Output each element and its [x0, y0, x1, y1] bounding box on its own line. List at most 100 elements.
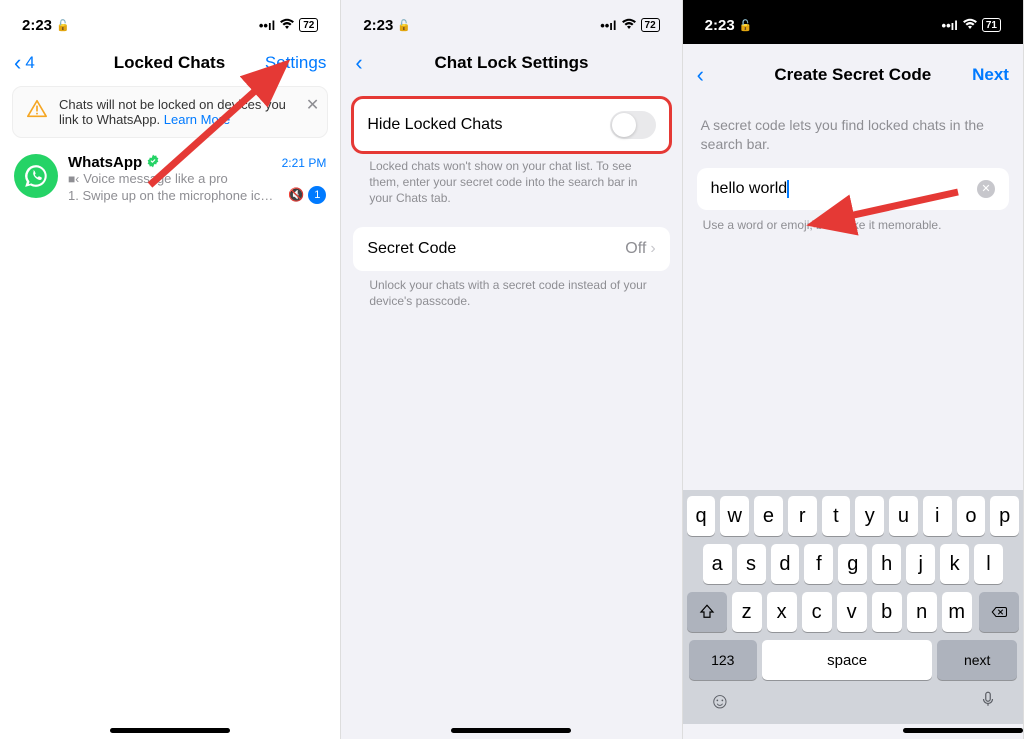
notice-banner: Chats will not be locked on devices you … — [12, 86, 328, 138]
key-q[interactable]: q — [687, 496, 716, 536]
signal-icon: ••ıl — [942, 18, 958, 33]
key-v[interactable]: v — [837, 592, 867, 632]
signal-icon: ••ıl — [600, 18, 616, 33]
key-j[interactable]: j — [906, 544, 935, 584]
secret-value: Off — [625, 240, 646, 258]
screen-locked-chats: 2:23 🔓 ••ıl 72 ‹ 4 Locked Chats Settings… — [0, 0, 341, 739]
field-note: Use a word or emoji, but make it memorab… — [683, 210, 1023, 240]
settings-button[interactable]: Settings — [265, 53, 326, 73]
lock-icon: 🔓 — [56, 19, 70, 32]
key-y[interactable]: y — [855, 496, 884, 536]
chevron-left-icon: ‹ — [355, 50, 362, 76]
key-r[interactable]: r — [788, 496, 817, 536]
status-bar: 2:23 🔓 ••ıl 72 — [0, 0, 340, 44]
battery-icon: 72 — [299, 18, 318, 32]
warning-icon — [25, 97, 49, 121]
key-d[interactable]: d — [771, 544, 800, 584]
key-n[interactable]: n — [907, 592, 937, 632]
learn-more-link[interactable]: Learn More — [164, 112, 230, 127]
chat-preview-line2: 1. Swipe up on the microphone ic… — [68, 188, 284, 203]
chat-time: 2:21 PM — [282, 156, 327, 170]
battery-icon: 72 — [641, 18, 660, 32]
key-e[interactable]: e — [754, 496, 783, 536]
lock-icon: 🔓 — [739, 19, 753, 32]
chat-preview-line1: Voice message like a pro — [83, 171, 228, 186]
keyboard: qwertyuiop asdfghjkl zxcvbnm 123 space n… — [683, 490, 1023, 724]
whatsapp-avatar — [14, 154, 58, 198]
key-k[interactable]: k — [940, 544, 969, 584]
page-title: Create Secret Code — [757, 65, 949, 85]
dismiss-notice-button[interactable]: ✕ — [306, 95, 319, 115]
hide-note: Locked chats won't show on your chat lis… — [353, 152, 669, 207]
nav-bar: ‹ 4 Locked Chats Settings — [0, 44, 340, 86]
wifi-icon — [279, 17, 295, 34]
hide-label: Hide Locked Chats — [367, 116, 502, 134]
key-t[interactable]: t — [822, 496, 851, 536]
hide-toggle[interactable] — [610, 111, 656, 139]
next-button[interactable]: Next — [949, 65, 1009, 85]
signal-icon: ••ıl — [259, 18, 275, 33]
status-time: 2:23 — [22, 17, 52, 34]
key-w[interactable]: w — [720, 496, 749, 536]
home-indicator — [110, 728, 230, 733]
shift-key[interactable] — [687, 592, 727, 632]
secret-code-input-cell[interactable]: hello world ✕ — [697, 168, 1009, 210]
battery-icon: 71 — [982, 18, 1001, 32]
status-bar: 2:23 🔓 ••ıl 71 — [683, 0, 1023, 44]
mute-icon: 🔇 — [288, 187, 304, 203]
chat-list-item[interactable]: WhatsApp 2:21 PM ■‹ Voice message like a… — [0, 146, 340, 212]
emoji-key[interactable]: ☺ — [709, 688, 731, 716]
next-key[interactable]: next — [937, 640, 1017, 680]
chevron-left-icon: ‹ — [697, 62, 704, 88]
status-time: 2:23 — [363, 17, 393, 34]
helper-text: A secret code lets you find locked chats… — [683, 98, 1023, 168]
key-m[interactable]: m — [942, 592, 972, 632]
chat-name: WhatsApp — [68, 154, 142, 171]
secret-code-cell[interactable]: Secret Code Off › — [353, 227, 669, 271]
wifi-icon — [962, 17, 978, 34]
key-h[interactable]: h — [872, 544, 901, 584]
key-a[interactable]: a — [703, 544, 732, 584]
secret-code-input[interactable]: hello world — [711, 180, 787, 198]
back-button[interactable]: ‹ — [697, 62, 757, 88]
status-time: 2:23 — [705, 17, 735, 34]
back-count: 4 — [25, 53, 34, 73]
screen-chat-lock-settings: 2:23 🔓 ••ıl 72 ‹ Chat Lock Settings Hide… — [341, 0, 682, 739]
home-indicator — [903, 728, 1023, 733]
numbers-key[interactable]: 123 — [689, 640, 757, 680]
chevron-right-icon: › — [650, 240, 655, 258]
key-x[interactable]: x — [767, 592, 797, 632]
hide-locked-chats-cell[interactable]: Hide Locked Chats — [353, 98, 669, 152]
backspace-key[interactable] — [979, 592, 1019, 632]
key-g[interactable]: g — [838, 544, 867, 584]
back-button[interactable]: ‹ — [355, 50, 415, 76]
nav-bar: ‹ Create Secret Code Next — [683, 52, 1023, 98]
key-i[interactable]: i — [923, 496, 952, 536]
key-l[interactable]: l — [974, 544, 1003, 584]
status-bar: 2:23 🔓 ••ıl 72 — [341, 0, 681, 44]
key-b[interactable]: b — [872, 592, 902, 632]
dictation-key[interactable] — [979, 688, 997, 716]
key-z[interactable]: z — [732, 592, 762, 632]
back-button[interactable]: ‹ 4 — [14, 50, 74, 76]
lock-icon: 🔓 — [397, 19, 411, 32]
secret-note: Unlock your chats with a secret code ins… — [353, 271, 669, 309]
key-s[interactable]: s — [737, 544, 766, 584]
unread-badge: 1 — [308, 186, 326, 204]
page-title: Chat Lock Settings — [415, 53, 607, 73]
page-title: Locked Chats — [74, 53, 265, 73]
key-f[interactable]: f — [804, 544, 833, 584]
clear-input-button[interactable]: ✕ — [977, 180, 995, 198]
space-key[interactable]: space — [762, 640, 933, 680]
key-o[interactable]: o — [957, 496, 986, 536]
modal-sheet: ‹ Create Secret Code Next A secret code … — [683, 44, 1023, 739]
verified-icon — [146, 154, 160, 171]
secret-label: Secret Code — [367, 240, 456, 258]
text-cursor — [787, 180, 789, 198]
key-u[interactable]: u — [889, 496, 918, 536]
chevron-left-icon: ‹ — [14, 50, 21, 76]
video-icon: ■‹ — [68, 172, 79, 186]
wifi-icon — [621, 17, 637, 34]
key-c[interactable]: c — [802, 592, 832, 632]
key-p[interactable]: p — [990, 496, 1019, 536]
